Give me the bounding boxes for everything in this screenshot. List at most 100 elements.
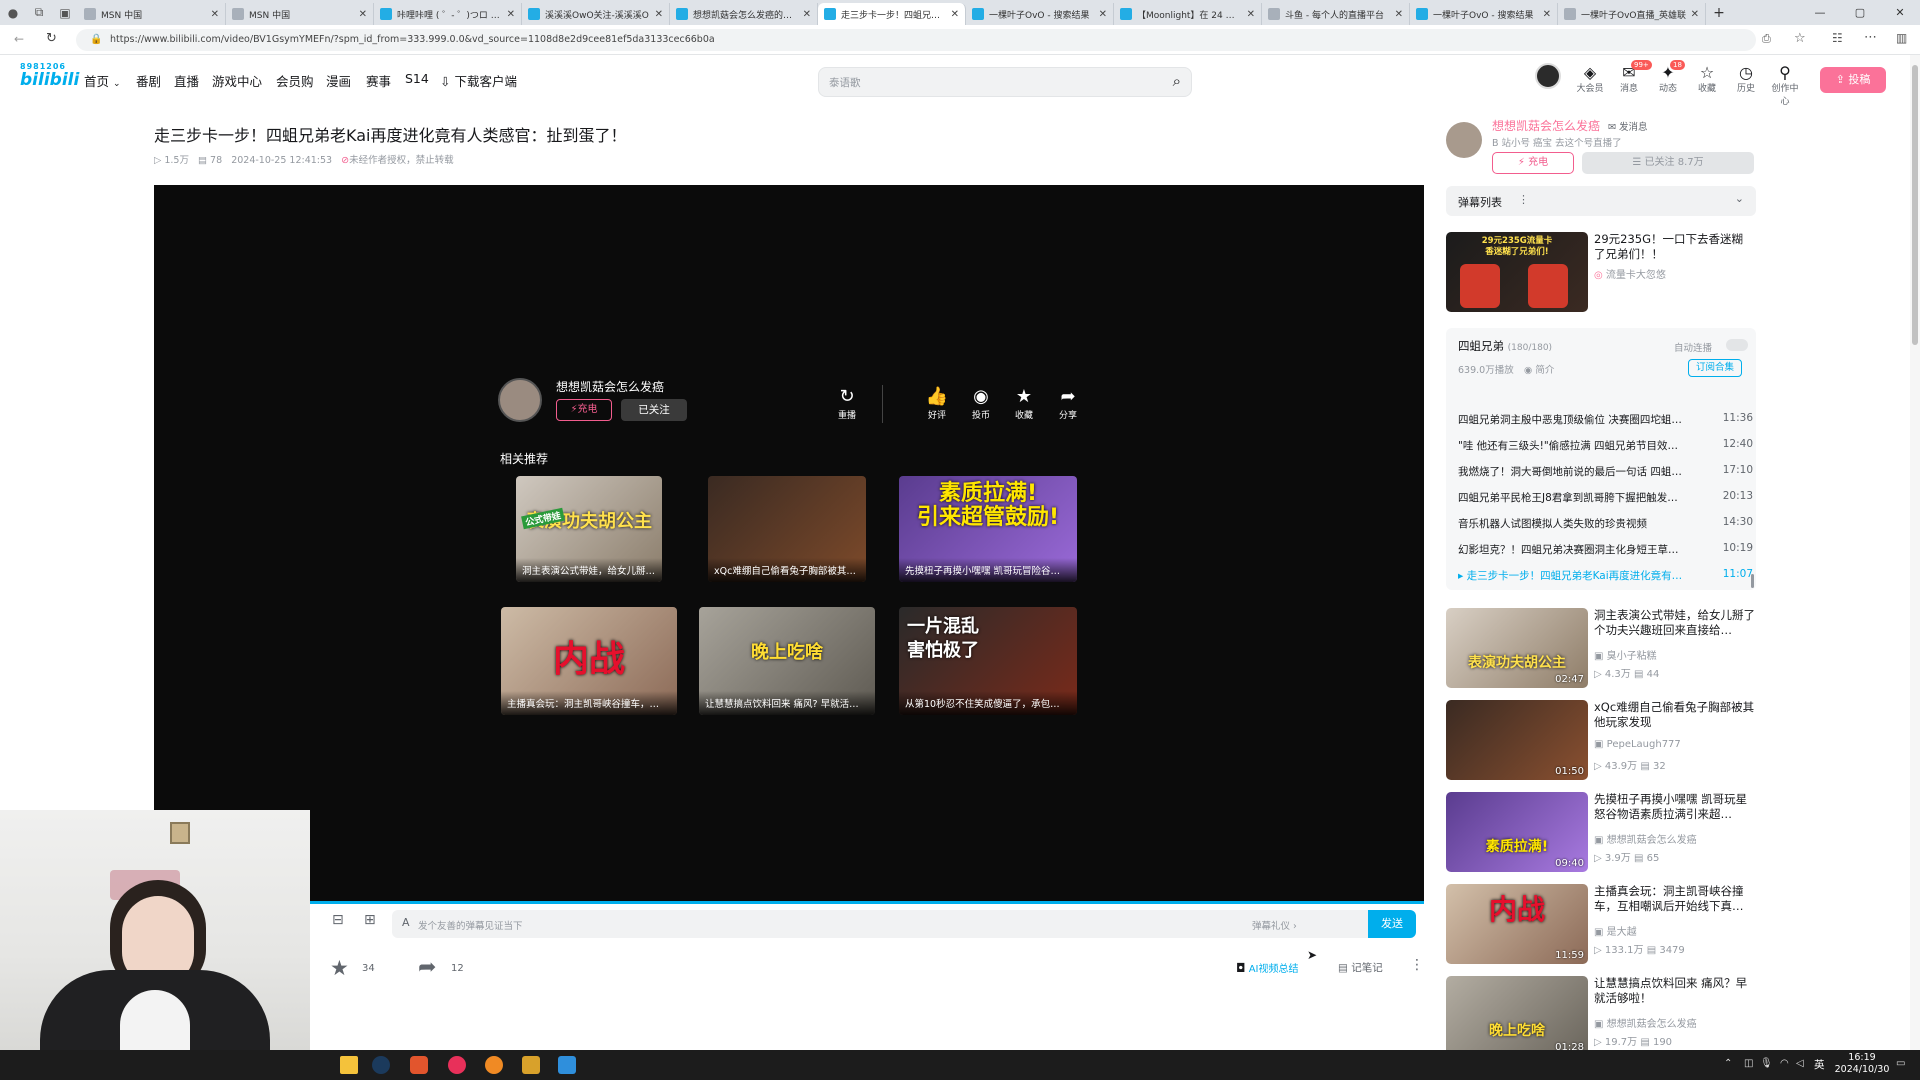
file-explorer-icon[interactable] <box>340 1056 358 1074</box>
share-arrow-icon[interactable]: ➦ <box>418 955 436 980</box>
nav-manga[interactable]: 漫画 <box>326 71 351 90</box>
favorite-star-icon[interactable]: ★ <box>330 956 349 980</box>
uploader-avatar[interactable] <box>1446 122 1482 158</box>
side-rec-uploader[interactable]: ▣ PepeLaugh777 <box>1594 739 1681 750</box>
like-button[interactable]: 👍 好评 <box>922 386 952 421</box>
episode-item[interactable]: 四蛆兄弟平民枪王J8君拿到凯哥胯下握把触发… 20:13 <box>1458 490 1753 505</box>
favorites-bar-icon[interactable]: ☷ <box>1832 31 1843 45</box>
photo-app-icon[interactable] <box>558 1056 576 1074</box>
side-rec-thumbnail[interactable]: 表演功夫胡公主 02:47 <box>1446 608 1588 688</box>
nav-game-center[interactable]: 游戏中心 <box>212 71 262 90</box>
sidebar-toggle-icon[interactable]: ▥ <box>1896 31 1907 45</box>
tab-close-icon[interactable]: ✕ <box>211 9 219 20</box>
tab-close-icon[interactable]: ✕ <box>507 9 515 20</box>
side-rec-card[interactable]: 01:50 xQc难绷自己偷看兔子胸部被其他玩家发现 ▣ PepeLaugh777 ▷… <box>1446 700 1756 780</box>
coin-button[interactable]: ◉ 投币 <box>966 386 996 421</box>
tab-close-icon[interactable]: ✕ <box>951 9 959 20</box>
side-rec-thumbnail[interactable]: 01:50 <box>1446 700 1588 780</box>
font-style-icon[interactable]: A <box>402 916 410 929</box>
browser-tab[interactable]: 【Moonlight】在 24 小时 ✕ <box>1114 3 1262 25</box>
search-input[interactable]: 泰语歌 <box>829 75 861 90</box>
upload-button[interactable]: ⇪ 投稿 <box>1820 67 1886 93</box>
video-player[interactable]: 想想凯菇会怎么发癌 ⚡充电 已关注 ↻ 重播 👍 好评 ◉ 投币 ★ 收藏 ➦ 分享 相关… <box>154 185 1424 901</box>
favorite-star-icon[interactable]: ☆ <box>1794 31 1806 46</box>
send-message-link[interactable]: ✉ 发消息 <box>1608 119 1648 133</box>
browser-tab[interactable]: MSN 中国 ✕ <box>78 3 226 25</box>
danmaku-etiquette-link[interactable]: 弹幕礼仪 › <box>1252 918 1297 932</box>
side-rec-title[interactable]: 主播真会玩：洞主凯哥峡谷撞车，互相嘲讽后开始线下真… <box>1594 884 1756 914</box>
search-box[interactable]: 泰语歌 ⌕ <box>818 67 1192 97</box>
nav-s14[interactable]: S14 <box>405 71 429 86</box>
episode-item[interactable]: 幻影坦克？！四蛆兄弟决赛圈洞主化身短王草… 10:19 <box>1458 542 1753 557</box>
nav-anime[interactable]: 番剧 <box>136 71 161 90</box>
volume-icon[interactable]: ◁ <box>1796 1058 1804 1069</box>
related-video-card[interactable]: xQc难绷自己偷看兔子胸部被其他… <box>708 476 866 582</box>
side-rec-card[interactable]: 表演功夫胡公主 02:47 洞主表演公式带娃，给女儿掰了个功夫兴趣班回来直接给… ▣ … <box>1446 608 1756 688</box>
side-rec-uploader[interactable]: ▣ 是大越 <box>1594 923 1637 938</box>
related-video-card[interactable]: 晚上吃啥 让慧慧搞点饮料回来 痛风? 早就活… <box>699 607 875 715</box>
more-menu-icon[interactable]: ⋯ <box>1864 30 1877 45</box>
side-rec-thumbnail[interactable]: 晚上吃啥 01:28 <box>1446 976 1588 1056</box>
subscribe-collection-button[interactable]: 订阅合集 <box>1688 359 1742 377</box>
related-video-card[interactable]: 表演功夫胡公主 公式带娃 洞主表演公式带娃，给女儿掰了个… <box>516 476 662 582</box>
side-rec-uploader[interactable]: ▣ 臭小子粘糕 <box>1594 647 1657 662</box>
url-input[interactable]: 🔒 https://www.bilibili.com/video/BV1Gsym… <box>76 29 1756 51</box>
nav-live[interactable]: 直播 <box>174 71 199 90</box>
side-rec-thumbnail[interactable]: 内战 11:59 <box>1446 884 1588 964</box>
wifi-icon[interactable]: ◠ <box>1780 1058 1789 1069</box>
close-window-icon[interactable]: ✕ <box>1880 0 1920 25</box>
autoplay-toggle[interactable] <box>1726 339 1748 351</box>
tab-close-icon[interactable]: ✕ <box>1247 9 1255 20</box>
tab-close-icon[interactable]: ✕ <box>1691 9 1699 20</box>
tool-app-icon[interactable] <box>522 1056 540 1074</box>
side-rec-title[interactable]: xQc难绷自己偷看兔子胸部被其他玩家发现 <box>1594 700 1756 730</box>
notification-icon[interactable]: ▭ <box>1896 1058 1905 1069</box>
tab-close-icon[interactable]: ✕ <box>655 9 663 20</box>
back-icon[interactable]: ← <box>14 32 24 46</box>
side-rec-title[interactable]: 让慧慧搞点饮料回来 痛风？早就活够啦！ <box>1594 976 1756 1006</box>
side-rec-card[interactable]: 内战 11:59 主播真会玩：洞主凯哥峡谷撞车，互相嘲讽后开始线下真… ▣ 是大越 ▷ … <box>1446 884 1756 964</box>
send-danmaku-button[interactable]: 发送 <box>1368 910 1416 938</box>
tab-close-icon[interactable]: ✕ <box>1099 9 1107 20</box>
episode-item[interactable]: 我燃烧了！洞大哥倒地前说的最后一句话 四蛆… 17:10 <box>1458 464 1753 479</box>
browser-tab[interactable]: 斗鱼 - 每个人的直播平台 ✕ <box>1262 3 1410 25</box>
user-avatar[interactable] <box>1535 63 1561 89</box>
side-rec-card[interactable]: 晚上吃啥 01:28 让慧慧搞点饮料回来 痛风？早就活够啦！ ▣ 想想凯菇会怎么发癌 ▷… <box>1446 976 1756 1056</box>
intro-link[interactable]: ◉ 简介 <box>1524 362 1554 376</box>
replay-button[interactable]: ↻ 重播 <box>832 386 862 421</box>
page-scrollbar[interactable] <box>1910 55 1920 1050</box>
header-message-button[interactable]: ✉ 消息 99+ <box>1613 60 1652 94</box>
related-video-card[interactable]: 素质拉满! 引来超管鼓励! 先摸杻子再摸小嘿嘿 凯哥玩冒险谷… <box>899 476 1077 582</box>
episode-item[interactable]: 音乐机器人试图模拟人类失败的珍贵视频 14:30 <box>1458 516 1753 531</box>
tab-close-icon[interactable]: ✕ <box>1543 9 1551 20</box>
danmaku-input[interactable]: A 发个友善的弹幕见证当下 弹幕礼仪 › <box>392 910 1402 938</box>
followed-button[interactable]: ☰ 已关注 8.7万 <box>1582 152 1754 174</box>
danmaku-list-panel[interactable]: 弹幕列表 ⋮ ⌄ <box>1446 186 1756 216</box>
app-icon[interactable] <box>410 1056 428 1074</box>
side-rec-uploader[interactable]: ▣ 想想凯菇会怎么发癌 <box>1594 1015 1697 1030</box>
minimize-icon[interactable]: — <box>1800 0 1840 25</box>
maximize-icon[interactable]: ▢ <box>1840 0 1880 25</box>
episode-item[interactable]: "哇 他还有三级头!"偷感拉满 四蛆兄弟节目效… 12:40 <box>1458 438 1753 453</box>
tab-close-icon[interactable]: ✕ <box>359 9 367 20</box>
chevron-down-icon[interactable]: ⌄ <box>1735 192 1744 205</box>
more-vertical-icon[interactable]: ⋮ <box>1410 957 1424 973</box>
header-dynamic-button[interactable]: ✦ 动态 18 <box>1652 60 1685 94</box>
side-rec-uploader[interactable]: ▣ 想想凯菇会怎么发癌 <box>1594 831 1697 846</box>
nav-download-client[interactable]: ⇩ 下载客户端 <box>440 71 517 90</box>
side-rec-title[interactable]: 洞主表演公式带娃，给女儿掰了个功夫兴趣班回来直接给… <box>1594 608 1756 638</box>
side-rec-thumbnail[interactable]: 素质拉满! 09:40 <box>1446 792 1588 872</box>
danmaku-settings-icon[interactable]: ⊞ <box>364 912 376 928</box>
browser-tab[interactable]: 咔哩咔哩 ( ゜- ゜)つロ 干杯 ✕ <box>374 3 522 25</box>
playlist-title[interactable]: 四蛆兄弟 (180/180) <box>1458 338 1552 354</box>
browser-tab[interactable]: 一棵叶子OvO - 搜索结果 ✕ <box>966 3 1114 25</box>
browser-app-icon[interactable] <box>485 1056 503 1074</box>
share-button[interactable]: ➦ 分享 <box>1053 386 1083 421</box>
search-icon[interactable]: ⌕ <box>1173 72 1181 90</box>
tab-actions-icon[interactable]: ▣ <box>52 0 78 25</box>
note-button[interactable]: ▤ 记笔记 <box>1338 957 1383 979</box>
browser-tab[interactable]: 溪溪溪OwO关注-溪溪溪O ✕ <box>522 3 670 25</box>
more-vertical-icon[interactable]: ⋮ <box>1518 193 1529 206</box>
ad-title[interactable]: 29元235G！一口下去香迷糊了兄弟们！！ <box>1594 232 1754 262</box>
bilibili-logo[interactable]: 8981206 bilibili <box>20 62 79 98</box>
